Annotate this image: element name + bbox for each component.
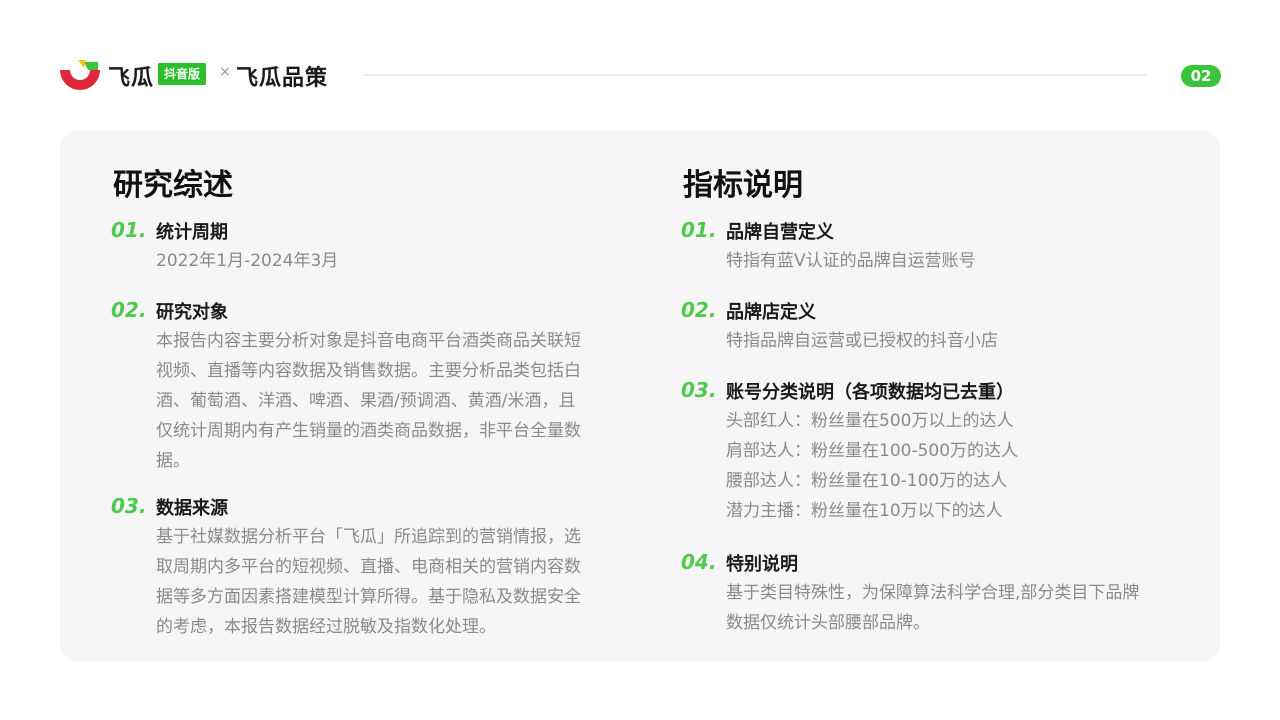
content-card: 研究综述 01. 统计周期 2022年1月-2024年3月 02. 研究对象 本… xyxy=(60,130,1220,662)
section-body: 基于社媒数据分析平台「飞瓜」所追踪到的营销情报，选 取周期内多平台的短视频、直播… xyxy=(156,522,602,642)
body-line: 潜力主播：粉丝量在10万以下的达人 xyxy=(726,501,1003,521)
section-body: 特指品牌自运营或已授权的抖音小店 xyxy=(726,326,1172,356)
cross-symbol: × xyxy=(219,64,231,80)
body-line: 数据仅统计头部腰部品牌。 xyxy=(726,613,930,633)
body-line: 仅统计周期内有产生销量的酒类商品数据，非平台全量数 xyxy=(156,421,581,441)
section-title: 品牌自营定义 xyxy=(726,222,834,243)
body-line: 酒、葡萄酒、洋酒、啤酒、果酒/预调酒、黄酒/米酒，且 xyxy=(156,391,576,411)
body-line: 肩部达人：粉丝量在100-500万的达人 xyxy=(726,441,1019,461)
body-line: 腰部达人：粉丝量在10-100万的达人 xyxy=(726,471,1008,491)
header-divider xyxy=(363,74,1147,76)
section-number: 01. xyxy=(111,218,147,242)
body-line: 特指有蓝V认证的品牌自运营账号 xyxy=(726,251,976,271)
body-line: 基于类目特殊性，为保障算法科学合理,部分类目下品牌 xyxy=(726,583,1140,603)
body-line: 基于社媒数据分析平台「飞瓜」所追踪到的营销情报，选 xyxy=(156,527,581,547)
section-number: 04. xyxy=(681,550,717,574)
page-number-badge: 02 xyxy=(1181,65,1221,87)
section-title: 品牌店定义 xyxy=(726,302,816,323)
section-body: 本报告内容主要分析对象是抖音电商平台酒类商品关联短 视频、直播等内容数据及销售数… xyxy=(156,326,602,476)
body-line: 特指品牌自运营或已授权的抖音小店 xyxy=(726,331,998,351)
brand-feigua-pince: 飞瓜品策 xyxy=(236,66,329,91)
header: 飞瓜 抖音版 × 飞瓜品策 02 xyxy=(0,0,1280,110)
douyin-edition-badge: 抖音版 xyxy=(158,63,207,85)
research-overview-title: 研究综述 xyxy=(113,168,233,203)
brand-feigua: 飞瓜 xyxy=(108,66,155,91)
section-number: 01. xyxy=(681,218,717,242)
section-body: 头部红人：粉丝量在500万以上的达人 肩部达人：粉丝量在100-500万的达人 … xyxy=(726,406,1172,526)
body-line: 的考虑，本报告数据经过脱敏及指数化处理。 xyxy=(156,617,496,637)
section-number: 03. xyxy=(681,378,717,402)
section-body: 特指有蓝V认证的品牌自运营账号 xyxy=(726,246,1172,276)
body-line: 本报告内容主要分析对象是抖音电商平台酒类商品关联短 xyxy=(156,331,581,351)
body-line: 据等多方面因素搭建模型计算所得。基于隐私及数据安全 xyxy=(156,587,581,607)
section-title: 数据来源 xyxy=(156,498,228,519)
indicator-description-title: 指标说明 xyxy=(683,168,803,203)
body-line: 取周期内多平台的短视频、直播、电商相关的营销内容数 xyxy=(156,557,581,577)
body-line: 头部红人：粉丝量在500万以上的达人 xyxy=(726,411,1014,431)
section-number: 02. xyxy=(111,298,147,322)
body-line: 据。 xyxy=(156,451,190,471)
body-line: 视频、直播等内容数据及销售数据。主要分析品类包括白 xyxy=(156,361,581,381)
section-title: 特别说明 xyxy=(726,554,798,575)
section-title: 统计周期 xyxy=(156,222,228,243)
body-line: 2022年1月-2024年3月 xyxy=(156,251,339,271)
section-number: 03. xyxy=(111,494,147,518)
section-body: 基于类目特殊性，为保障算法科学合理,部分类目下品牌 数据仅统计头部腰部品牌。 xyxy=(726,578,1172,638)
section-body: 2022年1月-2024年3月 xyxy=(156,246,602,276)
feigua-logo-icon xyxy=(60,60,100,90)
section-title: 研究对象 xyxy=(156,302,228,323)
section-title: 账号分类说明（各项数据均已去重） xyxy=(726,382,1014,403)
section-number: 02. xyxy=(681,298,717,322)
